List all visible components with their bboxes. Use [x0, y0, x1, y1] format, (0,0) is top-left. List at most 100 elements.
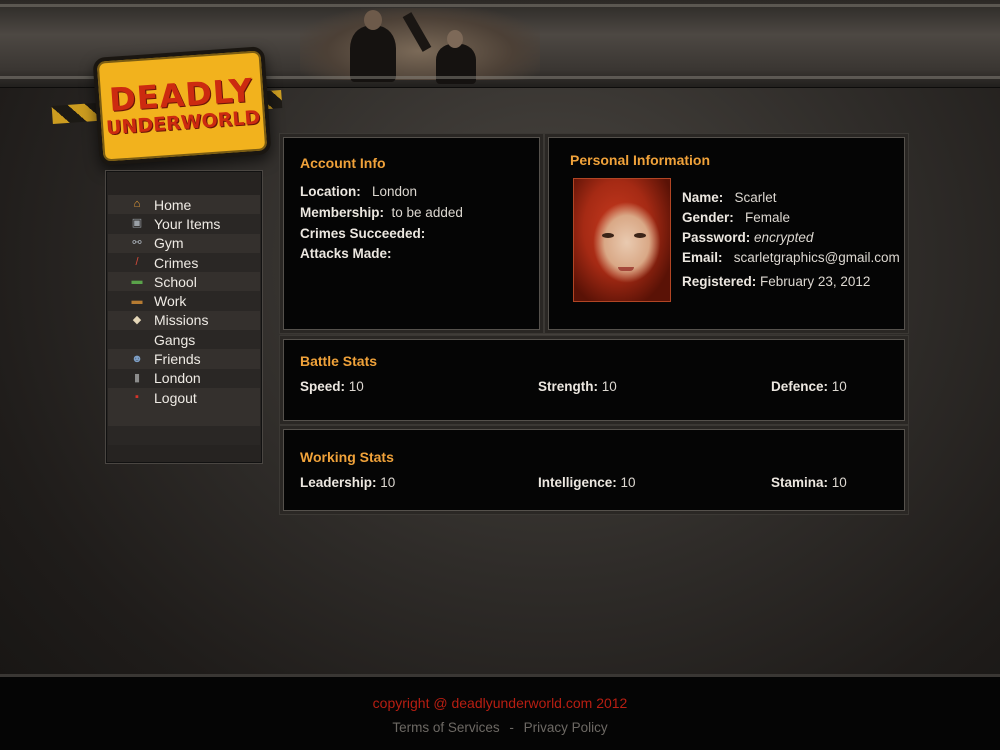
site-logo[interactable]: DEADLY UNDERWORLD — [92, 46, 272, 166]
working-stats-title: Working Stats — [300, 449, 394, 465]
nav-item-label: Crimes — [154, 254, 199, 271]
blank-icon — [130, 333, 144, 346]
stamina-value: 10 — [831, 475, 847, 490]
gender-label: Gender: — [682, 210, 734, 225]
intelligence-stat: Intelligence: 10 — [538, 475, 636, 490]
speed-label: Speed: — [300, 379, 346, 394]
nav-item-label: Home — [154, 196, 192, 213]
email-label: Email: — [682, 250, 723, 265]
nav-list: ⌂ Home ▣ Your Items ⚯ Gym / Crimes ▬ School ▬ Work ◆… — [108, 195, 260, 408]
membership-label: Membership: — [300, 205, 385, 220]
safe-icon: ▣ — [131, 217, 143, 230]
avatar-mouth — [618, 267, 634, 271]
friends-icon: ☻ — [131, 352, 143, 365]
strength-label: Strength: — [538, 379, 598, 394]
registered-label: Registered: — [682, 274, 757, 289]
nav-item-home[interactable]: ⌂ Home — [108, 195, 260, 215]
gender-value: Female — [745, 210, 791, 225]
header-figure — [350, 10, 396, 82]
account-info-title: Account Info — [300, 155, 386, 171]
password-value: encrypted — [754, 230, 814, 245]
stamina-stat: Stamina: 10 — [771, 475, 847, 490]
nav-item-london[interactable]: ▮ London — [108, 368, 260, 388]
attacks-made-label: Attacks Made: — [300, 246, 392, 261]
email-value: scarletgraphics@gmail.com — [733, 250, 900, 265]
defence-value: 10 — [831, 379, 847, 394]
dumbbell-icon: ⚯ — [132, 236, 142, 249]
location-row: Location: London — [300, 184, 417, 199]
nav-item-label: School — [154, 273, 197, 290]
battle-stats-panel: Battle Stats Speed: 10 Strength: 10 Defe… — [283, 339, 905, 421]
nav-item-school[interactable]: ▬ School — [108, 272, 260, 292]
registered-row: Registered: February 23, 2012 — [682, 274, 870, 289]
user-avatar — [573, 178, 671, 302]
nav-item-label: Missions — [154, 312, 209, 329]
attacks-row: Attacks Made: — [300, 246, 392, 261]
nav-item-label: Your Items — [154, 215, 221, 232]
membership-row: Membership: to be added — [300, 205, 463, 220]
name-value: Scarlet — [734, 190, 777, 205]
email-row: Email: scarletgraphics@gmail.com — [682, 250, 900, 265]
nav-item-gangs[interactable]: Gangs — [108, 330, 260, 350]
sidebar-filler — [108, 426, 260, 445]
avatar-eye — [634, 233, 646, 238]
nav-item-label: London — [154, 370, 201, 387]
home-icon: ⌂ — [133, 198, 141, 211]
intelligence-value: 10 — [620, 475, 636, 490]
nav-item-work[interactable]: ▬ Work — [108, 291, 260, 311]
leadership-value: 10 — [380, 475, 396, 490]
personal-info-panel: Personal Information Name: Scarlet Gende… — [548, 137, 905, 330]
intelligence-label: Intelligence: — [538, 475, 617, 490]
speed-stat: Speed: 10 — [300, 379, 364, 394]
name-label: Name: — [682, 190, 724, 205]
avatar-eye — [602, 233, 614, 238]
name-row: Name: Scarlet — [682, 190, 777, 205]
header-stripe — [0, 4, 1000, 7]
sidebar-filler — [108, 407, 260, 426]
briefcase-icon: ▬ — [131, 294, 143, 307]
knife-icon: / — [135, 256, 139, 269]
nav-item-gym[interactable]: ⚯ Gym — [108, 233, 260, 253]
personal-info-title: Personal Information — [570, 152, 711, 168]
nav-item-label: Work — [154, 293, 187, 310]
terms-link[interactable]: Terms of Services — [392, 720, 499, 735]
sidebar-nav: ⌂ Home ▣ Your Items ⚯ Gym / Crimes ▬ School ▬ Work ◆… — [105, 170, 263, 464]
nav-item-missions[interactable]: ◆ Missions — [108, 310, 260, 331]
footer-links: Terms of Services - Privacy Policy — [0, 720, 1000, 735]
working-stats-panel: Working Stats Leadership: 10 Intelligenc… — [283, 429, 905, 511]
map-icon: ◆ — [132, 313, 142, 326]
password-label: Password: — [682, 230, 751, 245]
nav-item-logout[interactable]: ▪ Logout — [108, 387, 260, 408]
password-row: Password: encrypted — [682, 230, 813, 245]
strength-stat: Strength: 10 — [538, 379, 617, 394]
membership-value: to be added — [391, 205, 463, 220]
defence-stat: Defence: 10 — [771, 379, 847, 394]
nav-item-your-items[interactable]: ▣ Your Items — [108, 214, 260, 234]
nav-item-label: Logout — [154, 389, 197, 406]
privacy-link[interactable]: Privacy Policy — [524, 720, 608, 735]
copyright-text: copyright @ deadlyunderworld.com 2012 — [372, 695, 628, 711]
footer-separator: - — [509, 720, 514, 735]
nav-item-label: Gangs — [154, 331, 196, 348]
gender-row: Gender: Female — [682, 210, 790, 225]
crimes-row: Crimes Succeeded: — [300, 226, 425, 241]
nav-item-label: Gym — [154, 235, 184, 252]
phone-icon: ▮ — [133, 371, 141, 384]
stamina-label: Stamina: — [771, 475, 829, 490]
location-value: London — [372, 184, 418, 199]
defence-label: Defence: — [771, 379, 829, 394]
crimes-succeeded-label: Crimes Succeeded: — [300, 226, 426, 241]
battle-stats-title: Battle Stats — [300, 353, 378, 369]
nav-item-friends[interactable]: ☻ Friends — [108, 349, 260, 369]
footer: copyright @ deadlyunderworld.com 2012 Te… — [0, 674, 1000, 750]
strength-value: 10 — [601, 379, 617, 394]
account-info-panel: Account Info Location: London Membership… — [283, 137, 540, 330]
location-label: Location: — [300, 184, 361, 199]
nav-item-label: Friends — [154, 351, 201, 368]
leadership-stat: Leadership: 10 — [300, 475, 395, 490]
registered-value: February 23, 2012 — [760, 274, 871, 289]
logout-icon: ▪ — [135, 391, 139, 404]
nav-item-crimes[interactable]: / Crimes — [108, 252, 260, 273]
chalkboard-icon: ▬ — [131, 275, 143, 288]
leadership-label: Leadership: — [300, 475, 377, 490]
